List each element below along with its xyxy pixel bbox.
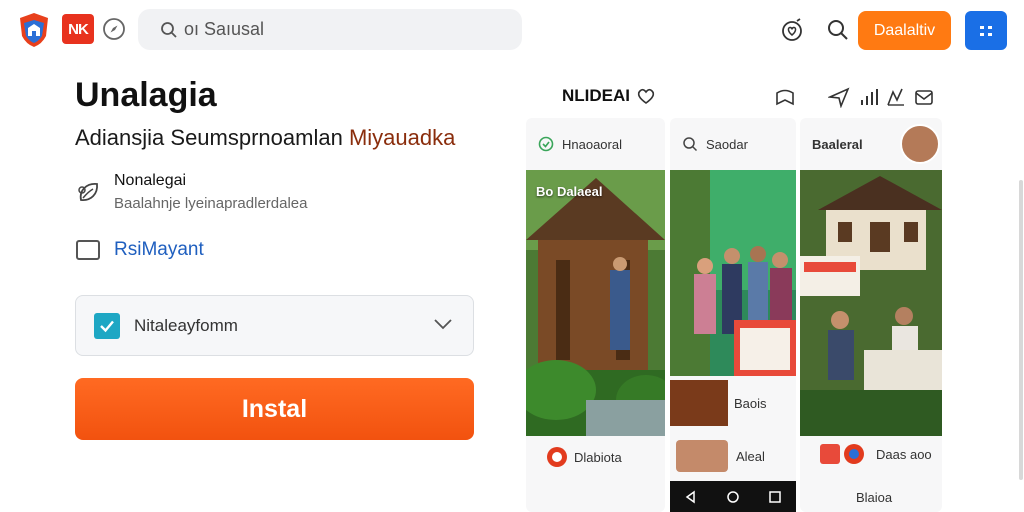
- recent-icon[interactable]: [768, 490, 782, 504]
- brand-logo[interactable]: NK: [62, 14, 94, 44]
- footer-label: Aleal: [736, 448, 765, 464]
- check-icon: [100, 320, 114, 332]
- mid-caption-label: Baois: [734, 396, 767, 411]
- heart-icon[interactable]: [636, 87, 656, 105]
- photo-caption: Bo Dalaeal: [536, 184, 603, 199]
- subtitle-highlight: Miyauadka: [348, 125, 456, 150]
- back-icon[interactable]: [684, 490, 698, 504]
- page-title: Unalagia: [75, 76, 217, 114]
- page-subtitle: Adiansjia Seumsprnoamlan Miyauadka: [75, 125, 455, 151]
- group-photo[interactable]: [670, 170, 796, 376]
- app-root: { "header": { "logo_text": "NK", "search…: [0, 0, 1024, 512]
- info-link[interactable]: RsiMayant: [114, 239, 204, 261]
- link-icon: [76, 240, 100, 260]
- house-image: [526, 170, 665, 436]
- grid-icon: [980, 25, 992, 36]
- leaf-icon: [538, 136, 554, 152]
- system-navbar: [670, 481, 796, 512]
- shield-logo-icon[interactable]: [18, 12, 50, 48]
- footer-label: Blaioa: [856, 490, 893, 505]
- search-icon[interactable]: [825, 17, 851, 43]
- checkbox[interactable]: [94, 312, 120, 339]
- logo-icon: [547, 447, 567, 467]
- preview-title: NLIDEAI: [562, 86, 630, 105]
- scrollbar[interactable]: [1019, 180, 1023, 480]
- avatar: [676, 440, 728, 472]
- house-photo[interactable]: Bo Dalaeal: [526, 170, 665, 436]
- card-header-label: Saodar: [706, 136, 748, 152]
- subtitle-text: Adiansjia Seumsprnoamlan: [75, 125, 349, 150]
- send-icon[interactable]: [828, 86, 850, 108]
- mid-caption: Baois: [734, 396, 767, 411]
- select-label: Nitaleayfomm: [134, 315, 238, 335]
- feed-card-3[interactable]: Baaleral Daas aoo Blaioa: [800, 118, 942, 512]
- option-select[interactable]: Nitaleayfomm: [75, 295, 474, 356]
- feed-card-2[interactable]: Saodar Baois Aleal: [670, 118, 796, 512]
- card-header: Saodar: [670, 118, 796, 170]
- bell-heart-icon[interactable]: [779, 17, 805, 43]
- home-icon[interactable]: [726, 490, 740, 504]
- card-header-label: Baaleral: [812, 136, 863, 152]
- compass-icon[interactable]: [102, 17, 126, 41]
- community-photo[interactable]: [800, 170, 942, 436]
- feature-description: Baalahnje lyeinapradlerdalea: [114, 195, 308, 212]
- leaf-icon: [78, 183, 98, 201]
- mid-caption: Daas aoo: [820, 442, 932, 466]
- card-header-label: Hnaoaoral: [562, 136, 622, 152]
- community-image: [800, 170, 942, 436]
- signal-icon: [861, 89, 878, 105]
- download-button[interactable]: Daalaltiv: [858, 11, 951, 50]
- card-footer: Aleal: [676, 440, 765, 472]
- edit-icon[interactable]: [885, 86, 907, 108]
- install-button[interactable]: Instal: [75, 378, 474, 440]
- chevron-down-icon: [434, 319, 452, 330]
- flag-icon: [820, 444, 864, 464]
- search-bar[interactable]: oı Saıusal: [138, 9, 522, 50]
- mid-caption-label: Daas aoo: [876, 446, 932, 462]
- feed-card-1[interactable]: Hnaoaoral Bo Dalaeal Dlabiota: [526, 118, 665, 512]
- grid-menu-button[interactable]: [965, 11, 1007, 50]
- card-footer: Dlabiota: [546, 446, 622, 468]
- group-image: [670, 170, 796, 376]
- card-footer: Blaioa: [856, 490, 892, 505]
- search-placeholder: oı Saıusal: [184, 19, 265, 39]
- card-header: Hnaoaoral: [526, 118, 665, 170]
- footer-label: Dlabiota: [574, 449, 622, 465]
- search-icon: [683, 137, 698, 152]
- avatar[interactable]: [900, 124, 940, 164]
- feature-title: Nonalegai: [114, 172, 187, 189]
- bookmark-icon[interactable]: [774, 86, 796, 108]
- search-icon: [161, 21, 177, 38]
- food-photo[interactable]: [670, 380, 728, 426]
- mail-icon[interactable]: [913, 86, 935, 108]
